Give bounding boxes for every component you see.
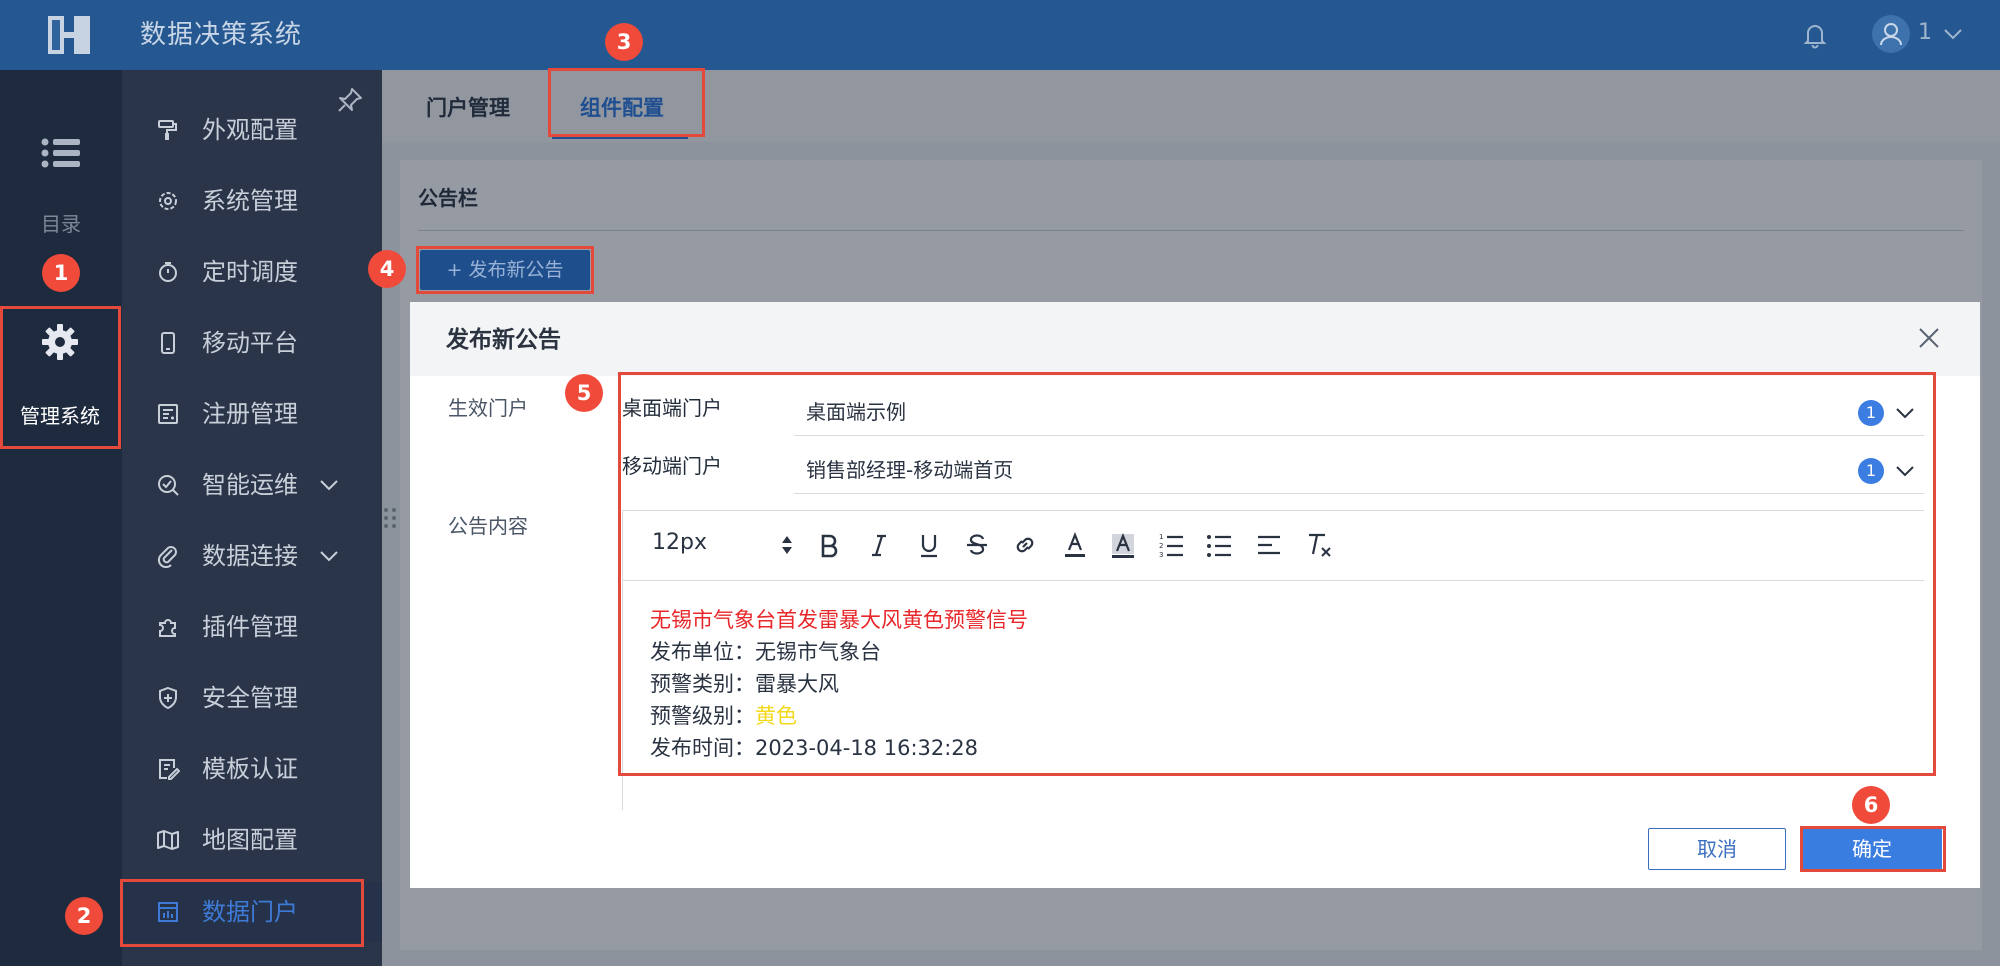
menu-item-label: 定时调度 [202, 258, 298, 286]
effective-portal-label: 生效门户 [448, 396, 528, 420]
stopwatch-icon [156, 260, 180, 284]
chevron-down-icon [318, 548, 340, 564]
puzzle-icon [156, 615, 180, 639]
content-label: 公告内容 [448, 514, 528, 538]
annotation-highlight [416, 246, 594, 294]
dialog-header [410, 302, 1980, 376]
close-icon[interactable] [1916, 325, 1942, 351]
tab-portal-management[interactable]: 门户管理 [426, 70, 510, 142]
chevron-down-icon [318, 477, 340, 493]
menu-item-label: 移动平台 [202, 329, 298, 357]
annotation-highlight [618, 372, 1936, 776]
chevron-down-icon[interactable] [1942, 26, 1964, 42]
annotation-highlight [1800, 826, 1946, 872]
map-icon [156, 828, 180, 852]
step-badge: 6 [1852, 786, 1890, 824]
menu-item-map[interactable]: 地图配置 [122, 810, 382, 870]
bell-icon[interactable] [1800, 20, 1830, 50]
menu-item-label: 系统管理 [202, 187, 298, 215]
menu-item-security[interactable]: 安全管理 [122, 668, 382, 728]
menu-item-label: 智能运维 [202, 471, 298, 499]
menu-item-smart-ops[interactable]: 智能运维 [122, 455, 382, 515]
step-badge: 5 [565, 374, 603, 412]
user-name[interactable]: 1 [1918, 20, 1932, 45]
cancel-button[interactable]: 取消 [1648, 828, 1786, 870]
menu-item-label: 插件管理 [202, 613, 298, 641]
menu-item-register[interactable]: 注册管理 [122, 384, 382, 444]
paperclip-icon [156, 544, 180, 569]
menu-item-schedule[interactable]: 定时调度 [122, 242, 382, 302]
step-badge: 2 [65, 897, 103, 935]
annotation-highlight [548, 68, 705, 137]
rail-catalog-label[interactable]: 目录 [0, 208, 122, 237]
app-title: 数据决策系统 [140, 20, 303, 50]
menu-item-template-auth[interactable]: 模板认证 [122, 739, 382, 799]
dialog-title: 发布新公告 [446, 327, 561, 353]
menu-item-label: 数据连接 [202, 542, 298, 570]
user-avatar[interactable] [1872, 15, 1910, 53]
annotation-highlight [120, 879, 364, 947]
menu-item-plugins[interactable]: 插件管理 [122, 597, 382, 657]
list-icon[interactable] [40, 135, 82, 171]
paint-roller-icon [156, 118, 180, 142]
menu-item-label: 安全管理 [202, 684, 298, 712]
shield-icon [156, 686, 180, 710]
divider [418, 230, 1964, 231]
menu-item-label: 地图配置 [202, 826, 298, 854]
step-badge: 4 [368, 250, 406, 288]
ops-icon [156, 473, 180, 497]
menu-item-appearance[interactable]: 外观配置 [122, 100, 382, 160]
app-logo[interactable] [44, 10, 94, 60]
annotation-highlight [0, 306, 121, 449]
menu-item-data-connection[interactable]: 数据连接 [122, 526, 382, 586]
menu-item-label: 模板认证 [202, 755, 298, 783]
panel-title: 公告栏 [418, 186, 478, 210]
mobile-icon [156, 331, 180, 355]
menu-item-mobile[interactable]: 移动平台 [122, 313, 382, 373]
certificate-icon [156, 757, 181, 781]
drag-handle-icon[interactable] [382, 506, 398, 530]
menu-item-label: 外观配置 [202, 116, 298, 144]
step-badge: 3 [605, 23, 643, 61]
register-icon [156, 402, 180, 426]
step-badge: 1 [42, 254, 80, 292]
menu-item-label: 注册管理 [202, 400, 298, 428]
menu-item-system[interactable]: 系统管理 [122, 171, 382, 231]
left-rail: 目录 管理系统 [0, 70, 122, 966]
gear-icon [156, 189, 180, 213]
